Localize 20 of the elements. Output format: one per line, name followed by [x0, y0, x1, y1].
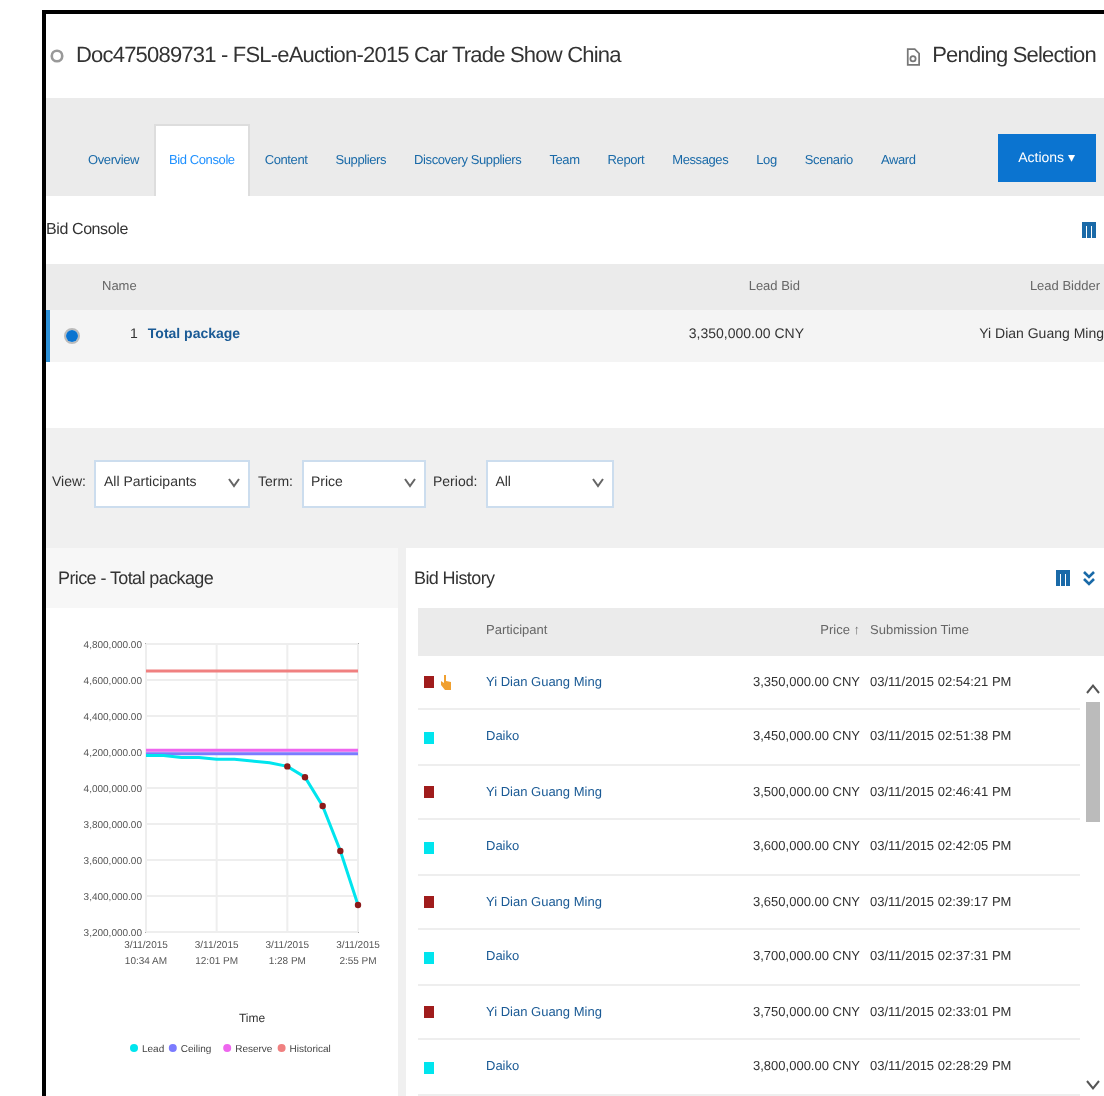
data-point	[337, 847, 344, 855]
chevron-up-icon[interactable]	[1085, 683, 1099, 694]
status-label: Pending Selection	[932, 44, 1096, 69]
double-chevron-down-icon[interactable]	[1082, 569, 1096, 586]
panel-title: Bid History	[414, 567, 495, 588]
section-title: Bid Console	[46, 220, 128, 239]
data-point	[284, 763, 291, 770]
window-title: Doc475089731 - FSL-eAuction-2015 Car Trade Show China	[76, 44, 624, 69]
document-icon	[906, 45, 921, 68]
chevron-down-icon	[403, 478, 415, 488]
data-point	[354, 901, 362, 909]
columns-icon[interactable]	[1082, 221, 1096, 238]
chevron-down-icon[interactable]	[1085, 1079, 1099, 1090]
chevron-down-icon	[591, 478, 604, 488]
radio-button[interactable]	[64, 327, 80, 344]
chevron-down-icon	[228, 478, 240, 488]
columns-icon[interactable]	[1056, 569, 1070, 586]
panel-title: Price - Total package	[58, 567, 214, 588]
data-point	[301, 773, 309, 781]
data-point	[319, 802, 326, 810]
